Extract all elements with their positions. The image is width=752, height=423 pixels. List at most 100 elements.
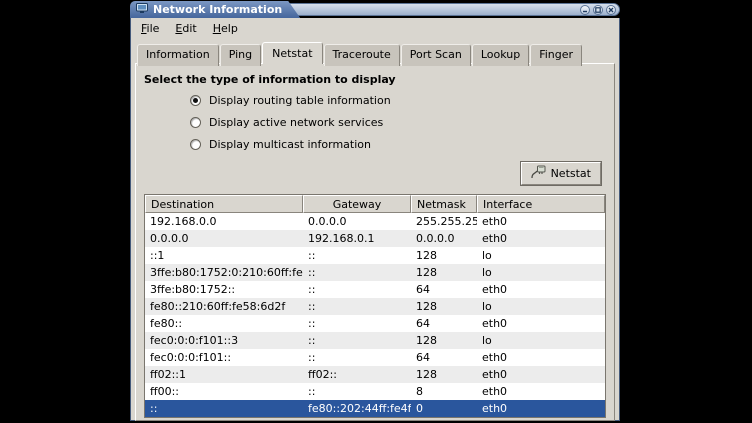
table-cell: :: <box>303 332 411 349</box>
titlebar[interactable]: Network Information <box>130 1 620 18</box>
table-cell: eth0 <box>477 400 605 417</box>
radio-indicator <box>190 117 201 128</box>
table-cell: :: <box>303 315 411 332</box>
tab-information[interactable]: Information <box>137 44 219 66</box>
window-body: FileEditHelp InformationPingNetstatTrace… <box>130 18 620 421</box>
radio-indicator <box>190 95 201 106</box>
menu-edit[interactable]: Edit <box>167 19 204 38</box>
close-button[interactable] <box>606 5 616 15</box>
table-cell: lo <box>477 298 605 315</box>
table-row[interactable]: ff02::1ff02::128eth0 <box>145 366 605 383</box>
column-header-interface[interactable]: Interface <box>477 195 605 213</box>
column-header-destination[interactable]: Destination <box>145 195 303 213</box>
table-row[interactable]: fe80::210:60ff:fe58:6d2f::128lo <box>145 298 605 315</box>
radio-label: Display multicast information <box>209 138 371 151</box>
tab-ping[interactable]: Ping <box>220 44 261 66</box>
tab-netstat[interactable]: Netstat <box>262 42 322 64</box>
tab-lookup[interactable]: Lookup <box>472 44 529 66</box>
table-cell: :: <box>303 264 411 281</box>
table-cell: fe80:: <box>145 315 303 332</box>
table-cell: 128 <box>411 332 477 349</box>
table-cell: 255.255.255.0 <box>411 213 477 230</box>
table-cell: eth0 <box>477 383 605 400</box>
table-cell: :: <box>145 400 303 417</box>
table-cell: 192.168.0.1 <box>303 230 411 247</box>
table-row[interactable]: fe80::::64eth0 <box>145 315 605 332</box>
window-controls <box>270 3 620 16</box>
table-cell: 128 <box>411 298 477 315</box>
column-header-netmask[interactable]: Netmask <box>411 195 477 213</box>
table-cell: eth0 <box>477 213 605 230</box>
table-cell: :: <box>303 349 411 366</box>
radio-multicast[interactable]: Display multicast information <box>190 133 614 155</box>
minimize-button[interactable] <box>580 5 590 15</box>
menu-file[interactable]: File <box>133 19 167 38</box>
table-row[interactable]: fec0:0:0:f101::3::128lo <box>145 332 605 349</box>
radio-routing-table[interactable]: Display routing table information <box>190 89 614 111</box>
maximize-button[interactable] <box>593 5 603 15</box>
table-row[interactable]: ff00::::8eth0 <box>145 383 605 400</box>
table-cell: 3ffe:b80:1752:0:210:60ff:fe58:6d2f <box>145 264 303 281</box>
table-row[interactable]: ::1::128lo <box>145 247 605 264</box>
group-label: Select the type of information to displa… <box>136 64 614 89</box>
radio-active-services[interactable]: Display active network services <box>190 111 614 133</box>
table-row[interactable]: 192.168.0.00.0.0.0255.255.255.0eth0 <box>145 213 605 230</box>
table-cell: lo <box>477 264 605 281</box>
table-cell: eth0 <box>477 281 605 298</box>
table-cell: ::1 <box>145 247 303 264</box>
table-cell: 3ffe:b80:1752:: <box>145 281 303 298</box>
table-cell: ff02:: <box>303 366 411 383</box>
radio-indicator <box>190 139 201 150</box>
title-tab[interactable]: Network Information <box>130 1 300 18</box>
table-cell: lo <box>477 247 605 264</box>
table-cell: fec0:0:0:f101::3 <box>145 332 303 349</box>
network-information-window: Network Information FileEditHelp Informa… <box>130 1 620 421</box>
table-row[interactable]: 3ffe:b80:1752::::64eth0 <box>145 281 605 298</box>
app-icon <box>136 2 148 17</box>
table-cell: 192.168.0.0 <box>145 213 303 230</box>
table-cell: lo <box>477 332 605 349</box>
table-cell: :: <box>303 281 411 298</box>
tab-port-scan[interactable]: Port Scan <box>401 44 471 66</box>
table-cell: eth0 <box>477 349 605 366</box>
table-cell: 128 <box>411 264 477 281</box>
radio-group: Display routing table information Display… <box>136 89 614 155</box>
table-cell: 0 <box>411 400 477 417</box>
netstat-panel: Select the type of information to displa… <box>135 63 615 421</box>
table-body: 192.168.0.00.0.0.0255.255.255.0eth00.0.0… <box>145 213 605 417</box>
radio-label: Display routing table information <box>209 94 391 107</box>
table-cell: eth0 <box>477 230 605 247</box>
tab-traceroute[interactable]: Traceroute <box>324 44 400 66</box>
menubar: FileEditHelp <box>131 18 619 39</box>
table-cell: 0.0.0.0 <box>303 213 411 230</box>
table-cell: fec0:0:0:f101:: <box>145 349 303 366</box>
table-header: DestinationGatewayNetmaskInterface <box>145 195 605 213</box>
notebook: InformationPingNetstatTraceroutePort Sca… <box>135 42 615 421</box>
table-cell: fe80::202:44ff:fe4f:83e1 <box>303 400 411 417</box>
radio-label: Display active network services <box>209 116 383 129</box>
table-cell: 64 <box>411 281 477 298</box>
table-cell: :: <box>303 247 411 264</box>
table-cell: fe80::210:60ff:fe58:6d2f <box>145 298 303 315</box>
menu-help[interactable]: Help <box>205 19 246 38</box>
table-row[interactable]: ::fe80::202:44ff:fe4f:83e10eth0 <box>145 400 605 417</box>
table-cell: 128 <box>411 366 477 383</box>
table-row[interactable]: 3ffe:b80:1752:0:210:60ff:fe58:6d2f::128l… <box>145 264 605 281</box>
table-row[interactable]: 0.0.0.0192.168.0.10.0.0.0eth0 <box>145 230 605 247</box>
tab-bar: InformationPingNetstatTraceroutePort Sca… <box>135 42 615 64</box>
window-title: Network Information <box>153 3 282 16</box>
table-cell: 8 <box>411 383 477 400</box>
column-header-gateway[interactable]: Gateway <box>303 195 411 213</box>
routing-table: DestinationGatewayNetmaskInterface 192.1… <box>144 194 606 418</box>
button-row: Netstat <box>136 155 614 185</box>
table-cell: 0.0.0.0 <box>145 230 303 247</box>
netstat-button[interactable]: Netstat <box>521 162 601 185</box>
table-cell: 64 <box>411 349 477 366</box>
table-cell: :: <box>303 298 411 315</box>
tab-finger[interactable]: Finger <box>530 44 582 66</box>
table-row[interactable]: fec0:0:0:f101::::64eth0 <box>145 349 605 366</box>
table-cell: 0.0.0.0 <box>411 230 477 247</box>
table-cell: ff00:: <box>145 383 303 400</box>
table-cell: 64 <box>411 315 477 332</box>
table-cell: eth0 <box>477 315 605 332</box>
